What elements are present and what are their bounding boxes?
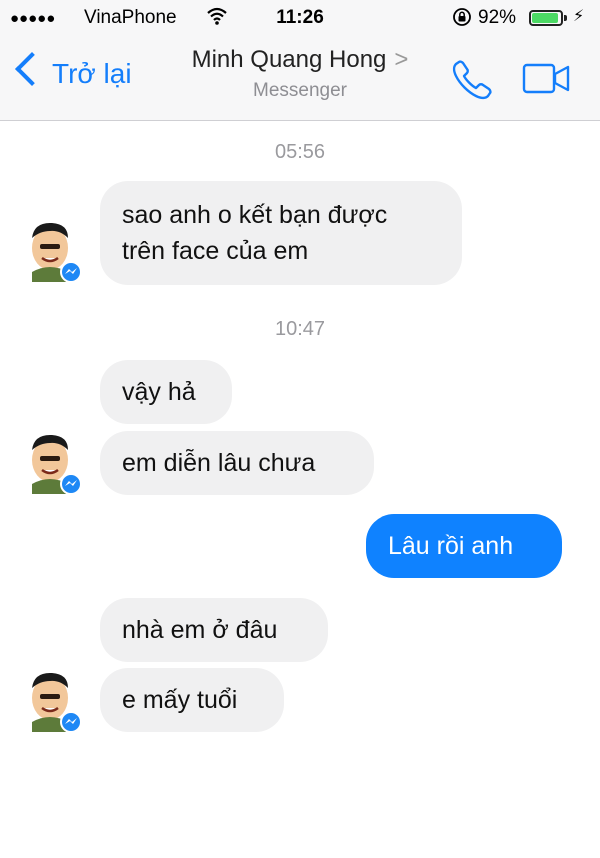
message-line: e mấy tuổi bbox=[122, 686, 238, 714]
contact-subtitle: Messenger bbox=[253, 80, 347, 101]
charging-icon: ⚡ bbox=[573, 8, 585, 25]
message-bubble-incoming[interactable]: sao anh o kết bạn được trên face của em bbox=[100, 181, 462, 285]
contact-avatar[interactable] bbox=[20, 668, 84, 732]
contact-avatar[interactable] bbox=[20, 218, 84, 282]
message-line: vậy hả bbox=[122, 378, 196, 406]
contact-name: Minh Quang Hong bbox=[191, 46, 387, 73]
chat-timestamp: 10:47 bbox=[274, 318, 326, 340]
rotation-lock-icon bbox=[452, 7, 472, 32]
phone-call-icon[interactable] bbox=[448, 58, 494, 107]
message-bubble-incoming[interactable]: vậy hả bbox=[100, 360, 232, 424]
message-bubble-incoming[interactable]: em diễn lâu chưa bbox=[100, 431, 374, 495]
chat-timestamp: 05:56 bbox=[274, 141, 326, 163]
message-line: Lâu rồi anh bbox=[388, 532, 514, 560]
battery-tip bbox=[564, 15, 567, 21]
battery-percent: 92% bbox=[478, 7, 517, 28]
message-line: em diễn lâu chưa bbox=[122, 449, 316, 477]
video-call-icon[interactable] bbox=[522, 62, 572, 101]
battery-icon bbox=[529, 10, 563, 26]
message-line: sao anh o kết bạn được bbox=[122, 201, 388, 229]
message-line: trên face của em bbox=[122, 237, 309, 265]
message-bubble-incoming[interactable]: e mấy tuổi bbox=[100, 668, 284, 732]
contact-name-button[interactable]: Minh Quang Hong > bbox=[0, 46, 600, 74]
battery-level-fill bbox=[532, 13, 558, 23]
contact-avatar[interactable] bbox=[20, 430, 84, 494]
chevron-right-icon: > bbox=[394, 46, 409, 73]
status-bar: ●●●●● VinaPhone 11:26 92% ⚡ bbox=[0, 0, 600, 38]
message-bubble-outgoing[interactable]: Lâu rồi anh bbox=[366, 514, 562, 578]
message-bubble-incoming[interactable]: nhà em ở đâu bbox=[100, 598, 328, 662]
message-line: nhà em ở đâu bbox=[122, 616, 278, 644]
header: ●●●●● VinaPhone 11:26 92% ⚡ Trở lại Minh… bbox=[0, 0, 600, 121]
